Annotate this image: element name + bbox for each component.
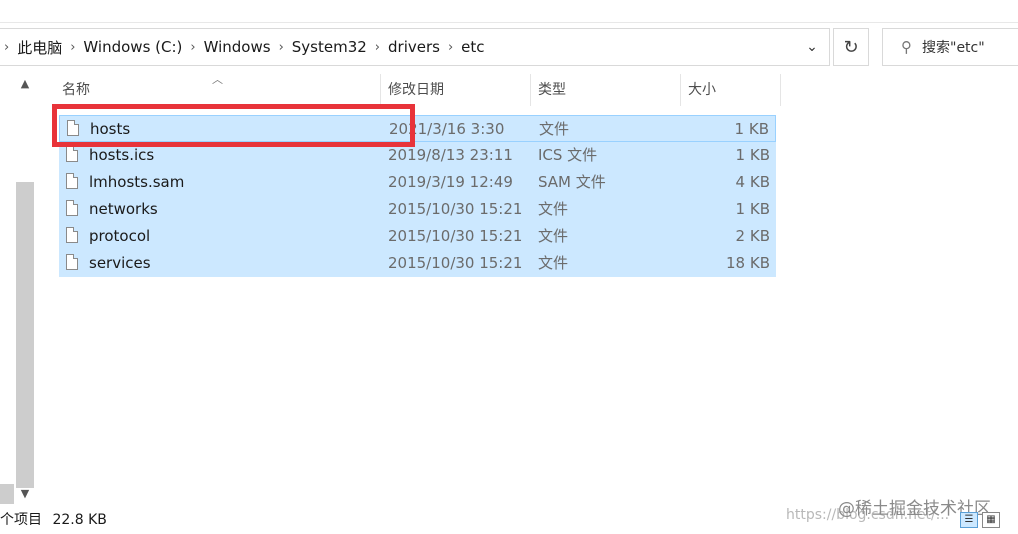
- window-top-strip: [0, 0, 1018, 23]
- status-bar: 个项目 22.8 KB: [0, 509, 113, 529]
- file-date: 2019/8/13 23:11: [388, 146, 513, 164]
- header-date[interactable]: 修改日期: [380, 74, 530, 106]
- scroll-up-icon[interactable]: ▲: [15, 76, 35, 92]
- search-icon: ⚲: [901, 38, 912, 56]
- breadcrumb-item-windows[interactable]: Windows: [204, 38, 271, 56]
- file-name: hosts: [90, 120, 131, 138]
- file-row-networks[interactable]: networks 2015/10/30 15:21 文件 1 KB: [59, 196, 776, 223]
- address-bar[interactable]: › 此电脑 › Windows (C:) › Windows › System3…: [0, 28, 830, 66]
- chevron-right-icon[interactable]: ›: [70, 40, 75, 55]
- file-name: networks: [89, 200, 158, 218]
- file-row-hosts[interactable]: hosts 2021/3/16 3:30 文件 1 KB: [59, 115, 776, 142]
- file-size: 4 KB: [735, 173, 770, 191]
- file-type: 文件: [539, 120, 570, 138]
- file-size: 18 KB: [726, 254, 770, 272]
- search-placeholder: 搜索"etc": [922, 40, 985, 56]
- file-type: 文件: [538, 227, 569, 245]
- file-icon: [66, 146, 78, 162]
- file-icon: [66, 254, 78, 270]
- file-type: ICS 文件: [538, 146, 598, 164]
- vertical-scrollbar[interactable]: ▲ ▼: [15, 72, 35, 507]
- file-icon: [66, 227, 78, 243]
- breadcrumb-item-drivers[interactable]: drivers: [388, 38, 440, 56]
- refresh-icon: ↻: [843, 36, 859, 58]
- column-divider[interactable]: [780, 74, 781, 106]
- file-type: 文件: [538, 200, 569, 218]
- chevron-right-icon[interactable]: ›: [375, 40, 380, 55]
- file-row-services[interactable]: services 2015/10/30 15:21 文件 18 KB: [59, 250, 776, 277]
- file-name: lmhosts.sam: [89, 173, 185, 191]
- search-input[interactable]: ⚲ 搜索"etc": [882, 28, 1018, 66]
- scrollbar-thumb[interactable]: [16, 182, 34, 488]
- file-size: 1 KB: [734, 120, 769, 138]
- file-date: 2015/10/30 15:21: [388, 227, 523, 245]
- navigation-pane-edge: [0, 484, 14, 504]
- breadcrumb-item-system32[interactable]: System32: [292, 38, 367, 56]
- header-name[interactable]: 名称: [54, 74, 380, 106]
- status-item-count: 个项目: [0, 512, 42, 528]
- file-date: 2015/10/30 15:21: [388, 254, 523, 272]
- chevron-right-icon[interactable]: ›: [279, 40, 284, 55]
- file-name: services: [89, 254, 151, 272]
- view-toggle-group: ☰ ▦: [960, 512, 1000, 528]
- file-name: protocol: [89, 227, 151, 245]
- file-list: hosts 2021/3/16 3:30 文件 1 KB hosts.ics 2…: [59, 115, 776, 277]
- chevron-right-icon[interactable]: ›: [448, 40, 453, 55]
- large-icons-view-icon[interactable]: ▦: [982, 512, 1000, 528]
- chevron-down-icon[interactable]: ⌄: [795, 29, 829, 65]
- file-size: 1 KB: [735, 146, 770, 164]
- file-type: 文件: [538, 254, 569, 272]
- breadcrumb-expand-icon[interactable]: ›: [4, 40, 9, 55]
- breadcrumb-item-this-pc[interactable]: 此电脑: [17, 37, 62, 58]
- scroll-down-icon[interactable]: ▼: [15, 486, 35, 502]
- status-selection-size: 22.8 KB: [52, 512, 107, 528]
- column-headers: ︿ 名称 修改日期 类型 大小: [54, 73, 784, 106]
- file-name: hosts.ics: [89, 146, 155, 164]
- file-icon: [66, 173, 78, 189]
- file-row-lmhosts-sam[interactable]: lmhosts.sam 2019/3/19 12:49 SAM 文件 4 KB: [59, 169, 776, 196]
- file-size: 1 KB: [735, 200, 770, 218]
- breadcrumb-item-etc[interactable]: etc: [461, 38, 484, 56]
- chevron-right-icon[interactable]: ›: [190, 40, 195, 55]
- header-type[interactable]: 类型: [530, 74, 680, 106]
- breadcrumb-item-drive[interactable]: Windows (C:): [83, 38, 182, 56]
- refresh-button[interactable]: ↻: [833, 28, 869, 66]
- file-row-protocol[interactable]: protocol 2015/10/30 15:21 文件 2 KB: [59, 223, 776, 250]
- file-icon: [67, 120, 79, 136]
- file-size: 2 KB: [735, 227, 770, 245]
- file-icon: [66, 200, 78, 216]
- file-date: 2019/3/19 12:49: [388, 173, 513, 191]
- header-size[interactable]: 大小: [680, 74, 780, 106]
- file-row-hosts-ics[interactable]: hosts.ics 2019/8/13 23:11 ICS 文件 1 KB: [59, 142, 776, 169]
- details-view-icon[interactable]: ☰: [960, 512, 978, 528]
- file-date: 2015/10/30 15:21: [388, 200, 523, 218]
- file-type: SAM 文件: [538, 173, 606, 191]
- file-date: 2021/3/16 3:30: [389, 120, 505, 138]
